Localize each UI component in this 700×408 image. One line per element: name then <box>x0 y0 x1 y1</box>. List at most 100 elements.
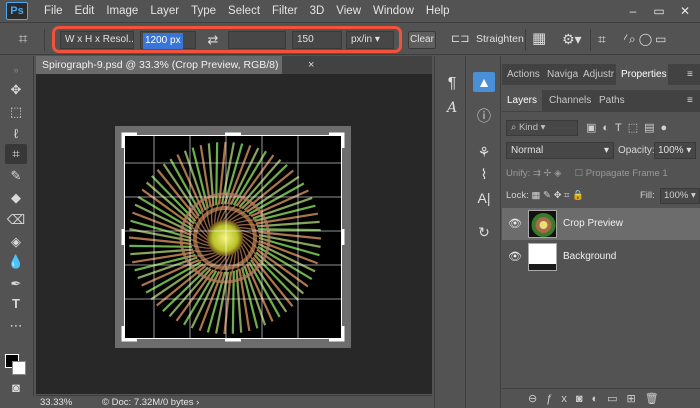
crop-height-input[interactable] <box>228 31 286 49</box>
marquee-tool-icon[interactable]: ⬚ <box>5 102 27 122</box>
crop-tool-icon[interactable]: ⌗ <box>5 144 27 164</box>
document-tab-bar: Spirograph-9.psd @ 33.3% (Crop Preview, … <box>36 56 432 74</box>
close-window-icon[interactable]: ✕ <box>672 0 698 22</box>
pen-tool-icon[interactable]: ✒ <box>5 274 27 294</box>
layer-name[interactable]: Background <box>563 249 616 265</box>
menu-type[interactable]: Type <box>185 0 222 22</box>
tab-actions[interactable]: Actions <box>502 64 542 85</box>
paint-bucket-tool-icon[interactable]: ◈ <box>5 232 27 252</box>
gear-icon[interactable]: ⚙▾ <box>562 30 586 48</box>
kind-filter-label: Kind <box>518 122 538 133</box>
brush-presets-icon[interactable]: ⚘ <box>473 142 495 162</box>
quick-mask-icon[interactable]: ◙ <box>5 378 27 398</box>
visibility-eye-icon[interactable]: 👁 <box>508 217 522 231</box>
histogram-icon[interactable]: ▲ <box>473 72 495 92</box>
delete-cropped-pixels-icon[interactable]: ⌗ <box>598 29 616 49</box>
layer-thumbnail <box>528 243 557 271</box>
move-tool-icon[interactable]: ✥ <box>5 80 27 100</box>
opacity-input[interactable]: 100% ▾ <box>654 142 696 159</box>
layer-row-background[interactable]: 👁 Background <box>502 241 700 273</box>
swap-dimensions-icon[interactable]: ⇄ <box>204 31 222 49</box>
menu-select[interactable]: Select <box>222 0 266 22</box>
menu-view[interactable]: View <box>330 0 367 22</box>
resolution-input[interactable]: 150 <box>292 31 342 49</box>
zoom-level[interactable]: 33.33% <box>40 397 72 408</box>
lock-label: Lock: <box>506 190 529 201</box>
crop-width-input[interactable]: 1200 px <box>140 31 196 49</box>
propagate-label[interactable]: Propagate Frame 1 <box>586 168 668 179</box>
straighten-icon[interactable]: ⊏⊐ <box>451 32 469 46</box>
panel-menu-icon[interactable]: ≡ <box>682 64 700 85</box>
menu-file[interactable]: File <box>38 0 69 22</box>
tab-adjustments[interactable]: Adjustr <box>578 64 616 85</box>
menu-filter[interactable]: Filter <box>266 0 304 22</box>
more-tools-icon[interactable]: ⋯ <box>5 316 27 336</box>
fill-value: 100% <box>664 190 689 201</box>
resolution-unit-value: px/in <box>351 34 373 45</box>
menu-edit[interactable]: Edit <box>69 0 101 22</box>
brush-tool-icon[interactable]: ✎ <box>5 166 27 186</box>
options-bar: ⌗ W x H x Resol... ▾ 1200 px ⇄ 150 px/in… <box>0 22 700 55</box>
history-icon[interactable]: ↻ <box>473 222 495 242</box>
eraser-tool-icon[interactable]: ◆ <box>5 188 27 208</box>
clear-button[interactable]: Clear <box>408 31 436 49</box>
type-tool-icon[interactable]: T <box>5 294 27 314</box>
layer-filter-icons[interactable]: ▣◐T⬚▤● <box>586 120 696 136</box>
blend-mode-select[interactable]: Normal ▾ <box>506 142 614 159</box>
layers-footer-toolbar[interactable]: ⊖ƒx◙◐▭⊞🗑 <box>502 388 700 408</box>
restore-icon[interactable]: ▭ <box>646 0 672 22</box>
menu-help[interactable]: Help <box>420 0 456 22</box>
opacity-value: 100% <box>658 145 684 156</box>
panel-dock-strip-2: ▲ ⓘ ⚘ ⌇ A| ↻ <box>467 56 501 408</box>
clone-source-icon[interactable]: ⌇ <box>473 164 495 184</box>
tab-channels[interactable]: Channels <box>544 90 592 111</box>
tab-navigator[interactable]: Naviga <box>542 64 578 85</box>
kind-filter-select[interactable]: ⌕ Kind ▾ <box>506 120 578 136</box>
blur-tool-icon[interactable]: 💧 <box>5 252 27 272</box>
overlay-grid-icon[interactable]: ▦ <box>532 30 550 48</box>
paragraph-icon[interactable]: ¶ <box>441 74 463 94</box>
status-bar: 33.33% © Doc: 7.32M/0 bytes › <box>36 395 432 408</box>
extra-tools-icons[interactable]: ⁄⌕◯▭ <box>624 29 694 49</box>
menu-image[interactable]: Image <box>100 0 144 22</box>
straighten-label[interactable]: Straighten <box>476 32 524 46</box>
tab-properties[interactable]: Properties <box>616 64 668 85</box>
character-icon[interactable]: A <box>441 98 463 118</box>
crop-tool-preset-icon[interactable]: ⌗ <box>10 30 36 50</box>
document-tab[interactable]: Spirograph-9.psd @ 33.3% (Crop Preview, … <box>36 56 282 74</box>
visibility-eye-icon[interactable]: 👁 <box>508 250 522 264</box>
layers-menu-icon[interactable]: ≡ <box>682 90 700 111</box>
glyphs-icon[interactable]: A| <box>473 188 495 208</box>
background-color-swatch[interactable] <box>12 361 26 375</box>
unify-label: Unify: <box>506 168 531 179</box>
info-icon[interactable]: ⓘ <box>473 106 495 126</box>
tab-layers[interactable]: Layers <box>502 90 542 111</box>
document-title: Spirograph-9.psd @ 33.3% (Crop Preview, … <box>42 59 279 71</box>
document-info[interactable]: © Doc: 7.32M/0 bytes › <box>102 397 199 408</box>
crop-width-value: 1200 px <box>143 33 183 49</box>
layer-name[interactable]: Crop Preview <box>563 216 623 232</box>
tab-paths[interactable]: Paths <box>594 90 628 111</box>
layers-panel: ⌕ Kind ▾ ▣◐T⬚▤● Normal ▾ Opacity: 100% ▾ … <box>502 112 700 408</box>
layers-panel-tabs: Layers Channels Paths ≡ <box>502 90 700 112</box>
tools-panel: » ✥ ⬚ ℓ ⌗ ✎ ◆ ⌫ ◈ 💧 ✒ T ⋯ ◙ <box>0 56 34 396</box>
properties-panel-tabs: Actions Naviga Adjustr Properties ≡ <box>502 64 700 85</box>
eraser-alt-tool-icon[interactable]: ⌫ <box>5 210 27 230</box>
close-document-icon[interactable]: × <box>308 56 322 74</box>
crop-frame[interactable] <box>115 126 351 348</box>
menu-window[interactable]: Window <box>367 0 420 22</box>
resolution-unit-select[interactable]: px/in ▾ <box>346 31 394 49</box>
opacity-label: Opacity: <box>618 145 655 156</box>
menu-layer[interactable]: Layer <box>144 0 185 22</box>
canvas-area[interactable] <box>36 74 432 394</box>
menu-3d[interactable]: 3D <box>304 0 331 22</box>
lasso-tool-icon[interactable]: ℓ <box>5 124 27 144</box>
minimize-icon[interactable]: – <box>620 0 646 22</box>
fill-input[interactable]: 100% ▾ <box>660 188 700 204</box>
menu-bar: Ps File Edit Image Layer Type Select Fil… <box>0 0 700 22</box>
toolbar-grip-icon[interactable]: » <box>5 60 27 80</box>
crop-ratio-select[interactable]: W x H x Resol... ▾ <box>60 31 134 49</box>
layer-row-crop-preview[interactable]: 👁 Crop Preview <box>502 208 700 240</box>
crop-ratio-value: W x H x Resol... <box>65 34 134 45</box>
crop-handles[interactable] <box>115 126 351 348</box>
